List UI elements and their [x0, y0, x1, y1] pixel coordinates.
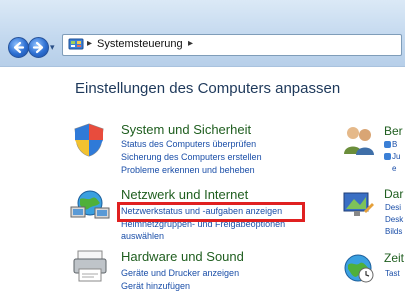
- page-title: Einstellungen des Computers anpassen: [75, 80, 341, 97]
- address-bar[interactable]: ▸ Systemsteuerung ▸: [62, 34, 402, 56]
- forward-arrow-icon: [32, 41, 44, 54]
- back-button[interactable]: [8, 37, 29, 58]
- right-link-4[interactable]: Desi: [385, 203, 401, 212]
- right-link-6[interactable]: Bilds: [385, 227, 402, 236]
- right-link-7[interactable]: Tast: [385, 269, 400, 278]
- navigation-bar: ▾ ▸ Systemsteuerung ▸: [0, 0, 405, 67]
- printer-icon[interactable]: [72, 249, 110, 285]
- breadcrumb-separator[interactable]: ▸: [87, 38, 92, 49]
- category-title-clock-region[interactable]: Zeit: [384, 251, 404, 265]
- control-panel-icon: [68, 38, 84, 50]
- breadcrumb-separator[interactable]: ▸: [188, 38, 193, 49]
- back-arrow-icon: [13, 41, 25, 54]
- right-link-1[interactable]: B: [392, 140, 397, 149]
- main-content: Einstellungen des Computers anpassen Sys…: [0, 67, 405, 291]
- shield-small-icon: [384, 141, 391, 148]
- globe-clock-icon[interactable]: [342, 251, 376, 285]
- breadcrumb-control-panel[interactable]: Systemsteuerung: [97, 38, 183, 50]
- link-create-backup[interactable]: Sicherung des Computers erstellen: [121, 152, 262, 162]
- category-title-system-security[interactable]: System und Sicherheit: [121, 122, 251, 137]
- link-homegroup-sharing-cont[interactable]: auswählen: [121, 231, 164, 241]
- link-troubleshoot[interactable]: Probleme erkennen und beheben: [121, 165, 255, 175]
- link-check-computer-status[interactable]: Status des Computers überprüfen: [121, 139, 256, 149]
- link-devices-printers[interactable]: Geräte und Drucker anzeigen: [121, 268, 239, 278]
- right-link-3[interactable]: e: [392, 164, 396, 173]
- highlight-box: [117, 202, 305, 222]
- recent-pages-dropdown[interactable]: ▾: [50, 44, 58, 53]
- category-title-user-accounts[interactable]: Ber: [384, 124, 403, 138]
- forward-button[interactable]: [28, 37, 49, 58]
- shield-small-icon: [384, 153, 391, 160]
- category-title-network-internet[interactable]: Netzwerk und Internet: [121, 187, 248, 202]
- users-icon[interactable]: [342, 124, 376, 156]
- shield-icon[interactable]: [72, 122, 106, 158]
- display-icon[interactable]: [342, 187, 376, 221]
- right-link-2[interactable]: Ju: [392, 152, 400, 161]
- network-globe-icon[interactable]: [70, 187, 110, 223]
- right-link-5[interactable]: Desk: [385, 215, 403, 224]
- category-title-appearance[interactable]: Dar: [384, 187, 403, 201]
- category-title-hardware-sound[interactable]: Hardware und Sound: [121, 249, 244, 264]
